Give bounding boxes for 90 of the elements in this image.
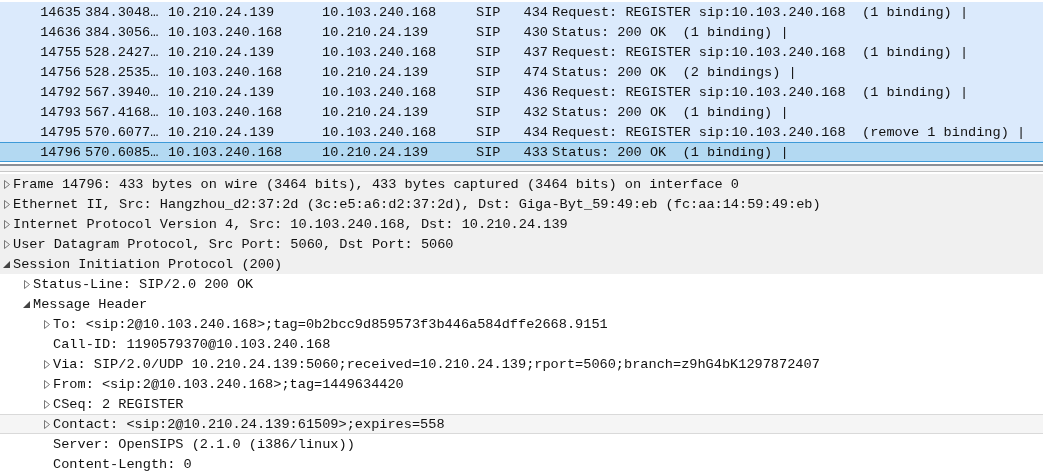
tree-item-text: Contact: <sip:2@10.210.24.139:61509>;expires=558 [53,416,445,432]
packet-protocol: SIP [476,4,502,20]
tree-item-text: Frame 14796: 433 bytes on wire (3464 bits), 433 bytes captured (3464 bits) on interface 0 [13,176,740,192]
packet-row[interactable]: 14755 528.2427… 10.210.24.139 10.103.240.168 SIP 437 Request: REGISTER sip:10.103.240.168 (1 binding) | [0,42,1043,62]
packet-time: 570.6085… [85,144,160,160]
tree-item-text: Ethernet II, Src: Hangzhou_d2:37:2d (3c:e5:a6:d2:37:2d), Dst: Giga-Byt_59:49:eb (fc:aa:14:59:49:eb) [13,196,821,212]
packet-source: 10.103.240.168 [168,24,284,40]
packet-source: 10.103.240.168 [168,144,284,160]
packet-time: 384.3056… [85,24,160,40]
packet-number: 14636 [39,24,82,40]
packet-protocol: SIP [476,124,502,140]
packet-number: 14792 [39,84,82,100]
packet-row[interactable]: 14636 384.3056… 10.103.240.168 10.210.24.139 SIP 430 Status: 200 OK (1 binding) | [0,22,1043,42]
tree-row[interactable]: Internet Protocol Version 4, Src: 10.103.240.168, Dst: 10.210.24.139 [0,214,1043,234]
packet-destination: 10.210.24.139 [322,104,430,120]
packet-length: 437 [522,44,549,60]
packet-info: Status: 200 OK (1 binding) | [552,144,790,160]
packet-row[interactable]: 14793 567.4168… 10.103.240.168 10.210.24.139 SIP 432 Status: 200 OK (1 binding) | [0,102,1043,122]
packet-destination: 10.103.240.168 [322,84,438,100]
tree-row[interactable]: Frame 14796: 433 bytes on wire (3464 bits), 433 bytes captured (3464 bits) on interface 0 [0,174,1043,194]
tree-item-text: To: <sip:2@10.103.240.168>;tag=0b2bcc9d859573f3b446a584dffe2668.9151 [53,316,608,332]
tree-item-text: From: <sip:2@10.103.240.168>;tag=1449634420 [53,376,404,392]
packet-length: 436 [522,84,549,100]
packet-protocol: SIP [476,44,502,60]
expanded-triangle-icon[interactable] [3,260,10,268]
packet-length: 433 [522,144,549,160]
packet-destination: 10.210.24.139 [322,64,430,80]
tree-item-text: Content-Length: 0 [53,456,192,472]
packet-destination: 10.103.240.168 [322,4,438,20]
packet-time: 528.2535… [85,64,160,80]
packet-length: 432 [522,104,549,120]
packet-info: Status: 200 OK (2 bindings) | [552,64,798,80]
packet-number: 14755 [39,44,82,60]
tree-item-text: Status-Line: SIP/2.0 200 OK [33,276,254,292]
packet-info: Status: 200 OK (1 binding) | [552,24,790,40]
packet-protocol: SIP [476,144,502,160]
packet-destination: 10.103.240.168 [322,124,438,140]
packet-row[interactable]: 14635 384.3048… 10.210.24.139 10.103.240.168 SIP 434 Request: REGISTER sip:10.103.240.168 (1 binding) | [0,2,1043,22]
packet-number: 14796 [39,144,82,160]
packet-source: 10.210.24.139 [168,44,276,60]
packet-time: 570.6077… [85,124,160,140]
packet-protocol: SIP [476,24,502,40]
packet-info: Request: REGISTER sip:10.103.240.168 (1 binding) | [552,4,970,20]
collapsed-triangle-icon[interactable] [43,319,50,329]
packet-length: 434 [522,4,549,20]
packet-time: 528.2427… [85,44,160,60]
packet-time: 567.3940… [85,84,160,100]
expanded-triangle-icon[interactable] [23,300,30,308]
tree-item-text: Session Initiation Protocol (200) [13,256,283,272]
tree-item-text: Internet Protocol Version 4, Src: 10.103.240.168, Dst: 10.210.24.139 [13,216,568,232]
pane-splitter[interactable] [0,164,1043,172]
packet-row[interactable]: 14756 528.2535… 10.103.240.168 10.210.24.139 SIP 474 Status: 200 OK (2 bindings) | [0,62,1043,82]
tree-item-text: User Datagram Protocol, Src Port: 5060, Dst Port: 5060 [13,236,454,252]
packet-source: 10.210.24.139 [168,4,276,20]
packet-destination: 10.210.24.139 [322,24,430,40]
packet-info: Status: 200 OK (1 binding) | [552,104,790,120]
packet-number: 14635 [39,4,82,20]
packet-info: Request: REGISTER sip:10.103.240.168 (1 binding) | [552,84,970,100]
tree-item-text: Message Header [33,296,148,312]
tree-row[interactable]: Contact: <sip:2@10.210.24.139:61509>;expires=558 [0,414,1043,434]
packet-destination: 10.103.240.168 [322,44,438,60]
tree-row[interactable]: Ethernet II, Src: Hangzhou_d2:37:2d (3c:e5:a6:d2:37:2d), Dst: Giga-Byt_59:49:eb (fc:aa:14:59:49:eb) [0,194,1043,214]
tree-row[interactable]: Session Initiation Protocol (200) [0,254,1043,274]
packet-source: 10.210.24.139 [168,124,276,140]
tree-item-text: Server: OpenSIPS (2.1.0 (i386/linux)) [53,436,355,452]
tree-item-text: Via: SIP/2.0/UDP 10.210.24.139:5060;received=10.210.24.139;rport=5060;branch=z9hG4bK1297872407 [53,356,820,372]
packet-row[interactable]: 14792 567.3940… 10.210.24.139 10.103.240.168 SIP 436 Request: REGISTER sip:10.103.240.168 (1 binding) | [0,82,1043,102]
packet-destination: 10.210.24.139 [322,144,430,160]
collapsed-triangle-icon[interactable] [23,279,30,289]
packet-length: 474 [522,64,549,80]
packet-row[interactable]: 14795 570.6077… 10.210.24.139 10.103.240.168 SIP 434 Request: REGISTER sip:10.103.240.168 (remove 1 binding) | [0,122,1043,142]
packet-protocol: SIP [476,84,502,100]
packet-time: 384.3048… [85,4,160,20]
tree-row[interactable]: User Datagram Protocol, Src Port: 5060, Dst Port: 5060 [0,234,1043,254]
packet-length: 434 [522,124,549,140]
packet-protocol: SIP [476,104,502,120]
packet-length: 430 [522,24,549,40]
packet-source: 10.103.240.168 [168,104,284,120]
packet-source: 10.210.24.139 [168,84,276,100]
packet-protocol: SIP [476,64,502,80]
packet-info: Request: REGISTER sip:10.103.240.168 (1 binding) | [552,44,970,60]
tree-item-text: CSeq: 2 REGISTER [53,396,184,412]
packet-source: 10.103.240.168 [168,64,284,80]
packet-time: 567.4168… [85,104,160,120]
packet-number: 14756 [39,64,82,80]
packet-info: Request: REGISTER sip:10.103.240.168 (remove 1 binding) | [552,124,1027,140]
packet-number: 14793 [39,104,82,120]
packet-row[interactable]: 14796 570.6085… 10.103.240.168 10.210.24.139 SIP 433 Status: 200 OK (1 binding) | [0,142,1043,162]
packet-number: 14795 [39,124,82,140]
tree-item-text: Call-ID: 1190579370@10.103.240.168 [53,336,331,352]
